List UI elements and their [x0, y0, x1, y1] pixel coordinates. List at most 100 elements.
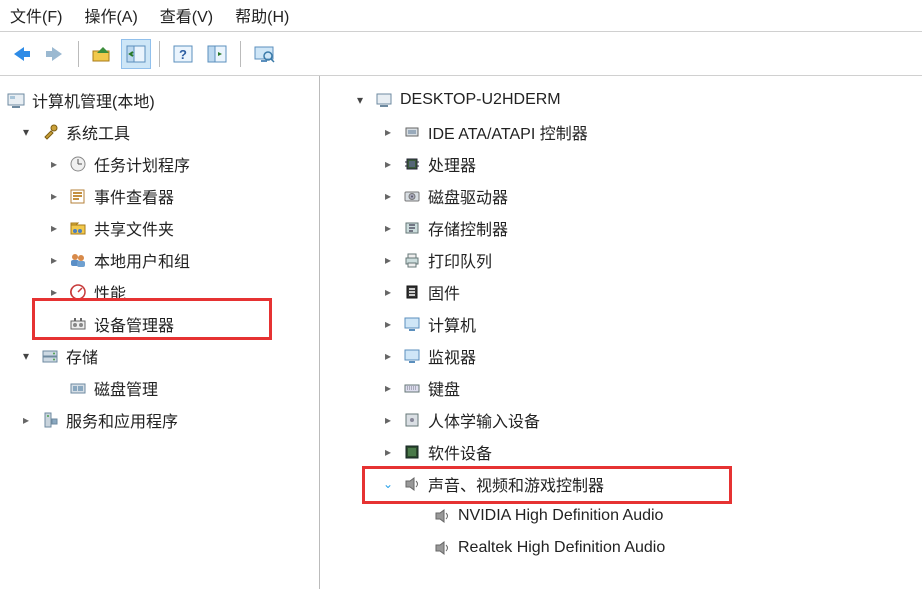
chevron-down-icon[interactable]: ▾: [352, 92, 368, 108]
monitor-scan-icon: [253, 43, 275, 65]
tree-label: 人体学输入设备: [428, 408, 540, 432]
tree-services-apps[interactable]: ▸ 服务和应用程序: [0, 404, 319, 436]
chevron-right-icon[interactable]: ▸: [380, 252, 396, 268]
chevron-right-icon[interactable]: ▸: [380, 380, 396, 396]
tree-storage[interactable]: ▾ 存储: [0, 340, 319, 372]
chevron-right-icon[interactable]: ▸: [46, 284, 62, 300]
panel-icon: [125, 43, 147, 65]
disk-management-icon: [68, 378, 88, 398]
chevron-down-icon[interactable]: ▾: [18, 348, 34, 364]
toolbar: ?: [0, 32, 922, 76]
tree-local-users[interactable]: ▸ 本地用户和组: [0, 244, 319, 276]
scan-button[interactable]: [249, 39, 279, 69]
device-monitors[interactable]: ▸ 监视器: [320, 340, 922, 372]
event-viewer-icon: [68, 186, 88, 206]
tree-task-scheduler[interactable]: ▸ 任务计划程序: [0, 148, 319, 180]
tree-label: DESKTOP-U2HDERM: [400, 91, 561, 109]
chevron-right-icon[interactable]: ▸: [380, 124, 396, 140]
refresh-panel-icon: [206, 43, 228, 65]
chevron-right-icon[interactable]: ▸: [46, 220, 62, 236]
tree-label: 性能: [94, 280, 126, 304]
tree-label: 固件: [428, 280, 460, 304]
chevron-right-icon[interactable]: ▸: [380, 316, 396, 332]
right-panel: ▾ DESKTOP-U2HDERM ▸ IDE ATA/ATAPI 控制器 ▸ …: [320, 76, 922, 589]
tree-performance[interactable]: ▸ 性能: [0, 276, 319, 308]
tree-label: 设备管理器: [94, 312, 174, 336]
nav-back-button[interactable]: [6, 39, 36, 69]
device-keyboards[interactable]: ▸ 键盘: [320, 372, 922, 404]
chevron-right-icon[interactable]: ▸: [18, 412, 34, 428]
speaker-icon: [402, 474, 422, 494]
tree-label: 声音、视频和游戏控制器: [428, 472, 604, 496]
tree-label: 存储: [66, 344, 98, 368]
software-devices-icon: [402, 442, 422, 462]
tree-label: 存储控制器: [428, 216, 508, 240]
tree-label: IDE ATA/ATAPI 控制器: [428, 120, 588, 144]
chevron-right-icon[interactable]: ▸: [380, 156, 396, 172]
computer-icon: [374, 90, 394, 110]
tree-label: 监视器: [428, 344, 476, 368]
printer-icon: [402, 250, 422, 270]
device-print-queues[interactable]: ▸ 打印队列: [320, 244, 922, 276]
tree-label: 共享文件夹: [94, 216, 174, 240]
chevron-down-icon[interactable]: ⌄: [380, 476, 396, 492]
device-nvidia-audio[interactable]: NVIDIA High Definition Audio: [320, 500, 922, 532]
tree-device-manager[interactable]: 设备管理器: [0, 308, 319, 340]
device-root[interactable]: ▾ DESKTOP-U2HDERM: [320, 84, 922, 116]
clock-icon: [68, 154, 88, 174]
tree-event-viewer[interactable]: ▸ 事件查看器: [0, 180, 319, 212]
monitor-icon: [402, 346, 422, 366]
device-computer[interactable]: ▸ 计算机: [320, 308, 922, 340]
chevron-right-icon[interactable]: ▸: [380, 188, 396, 204]
tree-label: 任务计划程序: [94, 152, 190, 176]
tree-shared-folders[interactable]: ▸ 共享文件夹: [0, 212, 319, 244]
tree-label: 计算机: [428, 312, 476, 336]
chevron-right-icon[interactable]: ▸: [380, 348, 396, 364]
chevron-right-icon[interactable]: ▸: [380, 412, 396, 428]
svg-text:?: ?: [179, 47, 187, 62]
device-software[interactable]: ▸ 软件设备: [320, 436, 922, 468]
tree-label: 磁盘驱动器: [428, 184, 508, 208]
nav-forward-button[interactable]: [40, 39, 70, 69]
performance-icon: [68, 282, 88, 302]
device-sound[interactable]: ⌄ 声音、视频和游戏控制器: [320, 468, 922, 500]
chevron-down-icon[interactable]: ▾: [18, 124, 34, 140]
toolbar-separator: [240, 41, 241, 67]
device-processors[interactable]: ▸ 处理器: [320, 148, 922, 180]
up-folder-button[interactable]: [87, 39, 117, 69]
tree-root-computer-management[interactable]: 计算机管理(本地): [0, 84, 319, 116]
menu-view[interactable]: 查看(V): [160, 3, 213, 27]
tree-label: 服务和应用程序: [66, 408, 178, 432]
chevron-right-icon[interactable]: ▸: [380, 284, 396, 300]
tree-label: 软件设备: [428, 440, 492, 464]
device-firmware[interactable]: ▸ 固件: [320, 276, 922, 308]
panel-view-button[interactable]: [121, 39, 151, 69]
menu-action[interactable]: 操作(A): [84, 3, 137, 27]
device-realtek-audio[interactable]: Realtek High Definition Audio: [320, 532, 922, 564]
services-icon: [40, 410, 60, 430]
tree-system-tools[interactable]: ▾ 系统工具: [0, 116, 319, 148]
chevron-right-icon[interactable]: ▸: [46, 188, 62, 204]
menu-file[interactable]: 文件(F): [10, 3, 62, 27]
tree-disk-management[interactable]: 磁盘管理: [0, 372, 319, 404]
users-icon: [68, 250, 88, 270]
refresh-button[interactable]: [202, 39, 232, 69]
menu-help[interactable]: 帮助(H): [235, 3, 289, 27]
storage-icon: [40, 346, 60, 366]
keyboard-icon: [402, 378, 422, 398]
help-button[interactable]: ?: [168, 39, 198, 69]
tree-label: Realtek High Definition Audio: [458, 539, 665, 557]
device-hid[interactable]: ▸ 人体学输入设备: [320, 404, 922, 436]
firmware-icon: [402, 282, 422, 302]
device-disk-drives[interactable]: ▸ 磁盘驱动器: [320, 180, 922, 212]
toolbar-separator: [78, 41, 79, 67]
chevron-right-icon[interactable]: ▸: [46, 252, 62, 268]
tree-label: 本地用户和组: [94, 248, 190, 272]
chevron-right-icon[interactable]: ▸: [46, 156, 62, 172]
chevron-right-icon[interactable]: ▸: [380, 444, 396, 460]
device-storage-controllers[interactable]: ▸ 存储控制器: [320, 212, 922, 244]
chevron-right-icon[interactable]: ▸: [380, 220, 396, 236]
tree-label: 打印队列: [428, 248, 492, 272]
device-ide[interactable]: ▸ IDE ATA/ATAPI 控制器: [320, 116, 922, 148]
speaker-icon: [432, 506, 452, 526]
